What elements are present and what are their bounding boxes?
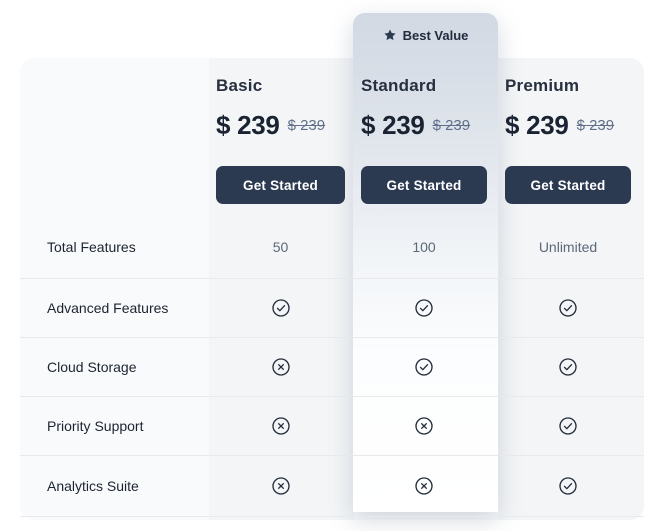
feature-label: Advanced Features	[47, 300, 168, 316]
feature-cell	[361, 476, 487, 496]
best-value-badge: Best Value	[353, 26, 498, 44]
feature-value: Unlimited	[505, 239, 631, 255]
feature-cell	[216, 476, 345, 496]
get-started-button-premium[interactable]: Get Started	[505, 166, 631, 204]
current-price: $ 239	[361, 110, 425, 141]
current-price: $ 239	[216, 110, 280, 141]
feature-label: Cloud Storage	[47, 359, 137, 375]
cross-icon	[271, 357, 291, 377]
feature-row-analytics-suite: Analytics Suite	[20, 456, 644, 517]
feature-row-total-features: Total Features 50 100 Unlimited	[20, 216, 644, 279]
price-line: $ 239 $ 239	[505, 110, 614, 141]
price-line: $ 239 $ 239	[361, 110, 470, 141]
feature-value: 50	[216, 239, 345, 255]
feature-cell	[216, 298, 345, 318]
feature-cell	[505, 298, 631, 318]
check-icon	[414, 357, 434, 377]
plan-name: Standard	[361, 76, 436, 96]
check-icon	[558, 476, 578, 496]
feature-cell	[216, 357, 345, 377]
original-price: $ 239	[288, 117, 326, 134]
feature-table: Total Features 50 100 Unlimited Advanced…	[20, 216, 644, 517]
feature-cell	[505, 357, 631, 377]
feature-cell	[216, 416, 345, 436]
get-started-button-standard[interactable]: Get Started	[361, 166, 487, 204]
current-price: $ 239	[505, 110, 569, 141]
feature-cell	[361, 298, 487, 318]
cross-icon	[414, 476, 434, 496]
best-value-label: Best Value	[403, 28, 469, 43]
feature-cell	[505, 476, 631, 496]
feature-cell	[361, 357, 487, 377]
feature-value: 100	[361, 239, 487, 255]
price-line: $ 239 $ 239	[216, 110, 325, 141]
feature-label: Priority Support	[47, 418, 143, 434]
feature-row-priority-support: Priority Support	[20, 397, 644, 456]
star-icon	[383, 28, 397, 42]
feature-cell	[361, 416, 487, 436]
feature-row-cloud-storage: Cloud Storage	[20, 338, 644, 397]
original-price: $ 239	[577, 117, 615, 134]
cross-icon	[414, 416, 434, 436]
plan-name: Premium	[505, 76, 579, 96]
feature-cell	[505, 416, 631, 436]
get-started-button-basic[interactable]: Get Started	[216, 166, 345, 204]
check-icon	[414, 298, 434, 318]
cross-icon	[271, 476, 291, 496]
check-icon	[271, 298, 291, 318]
check-icon	[558, 357, 578, 377]
feature-label: Total Features	[47, 239, 136, 255]
original-price: $ 239	[433, 117, 471, 134]
feature-row-advanced-features: Advanced Features	[20, 279, 644, 338]
check-icon	[558, 416, 578, 436]
feature-label: Analytics Suite	[47, 478, 139, 494]
check-icon	[558, 298, 578, 318]
plan-name: Basic	[216, 76, 262, 96]
cross-icon	[271, 416, 291, 436]
